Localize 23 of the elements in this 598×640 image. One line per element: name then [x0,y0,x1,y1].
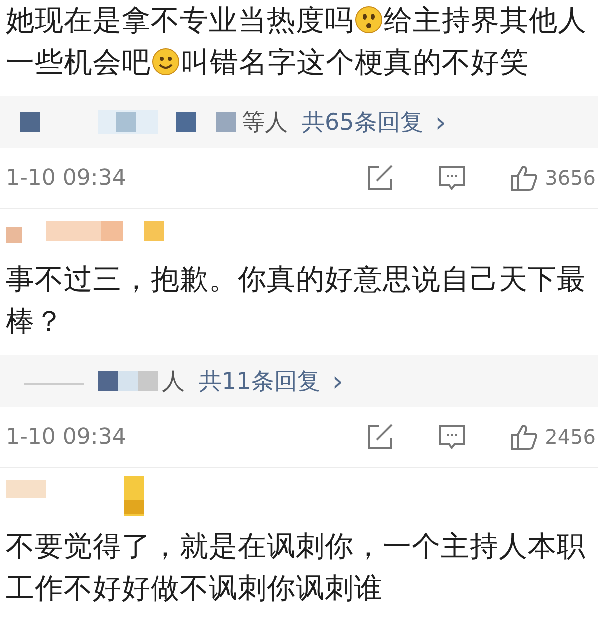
reply-count-link[interactable]: 共65条回复 [302,106,424,138]
comment-text: 不要觉得了，就是在讽刺你，一个主持人本职工作不好好做不讽刺你讽刺谁 [6,529,587,607]
comment-time: 1-10 09:34 [6,166,128,190]
like-count: 2456 [545,425,597,449]
comment-icon[interactable] [437,422,468,452]
comment-text: 事不过三，抱歉。你真的好意思说自己天下最棒？ [6,262,587,340]
share-icon[interactable] [365,163,396,193]
replies-bar[interactable]: 人 共11条回复 › [0,355,598,407]
reply-authors-suffix: 人 [162,368,185,396]
thumbs-up-icon[interactable] [509,163,540,193]
comment-icon[interactable] [437,163,468,193]
puzzled-face-icon [355,6,383,34]
smiling-face-icon [152,48,180,76]
like-count: 3656 [545,166,597,190]
comment-text: 她现在是拿不专业当热度吗 给主持界其他人一些机会吧 叫错名字这个梗真的不好笑 [6,3,588,81]
reply-authors-suffix: 等人 [242,108,288,138]
reply-count-link[interactable]: 共11条回复 [199,366,320,396]
comment-time: 1-10 09:34 [6,424,128,450]
share-icon[interactable] [365,422,396,452]
chevron-icon: › [435,106,446,138]
chevron-icon: › [332,364,344,398]
replies-bar[interactable]: 等人 共65条回复 › [0,96,598,148]
thumbs-up-icon[interactable] [509,422,540,452]
